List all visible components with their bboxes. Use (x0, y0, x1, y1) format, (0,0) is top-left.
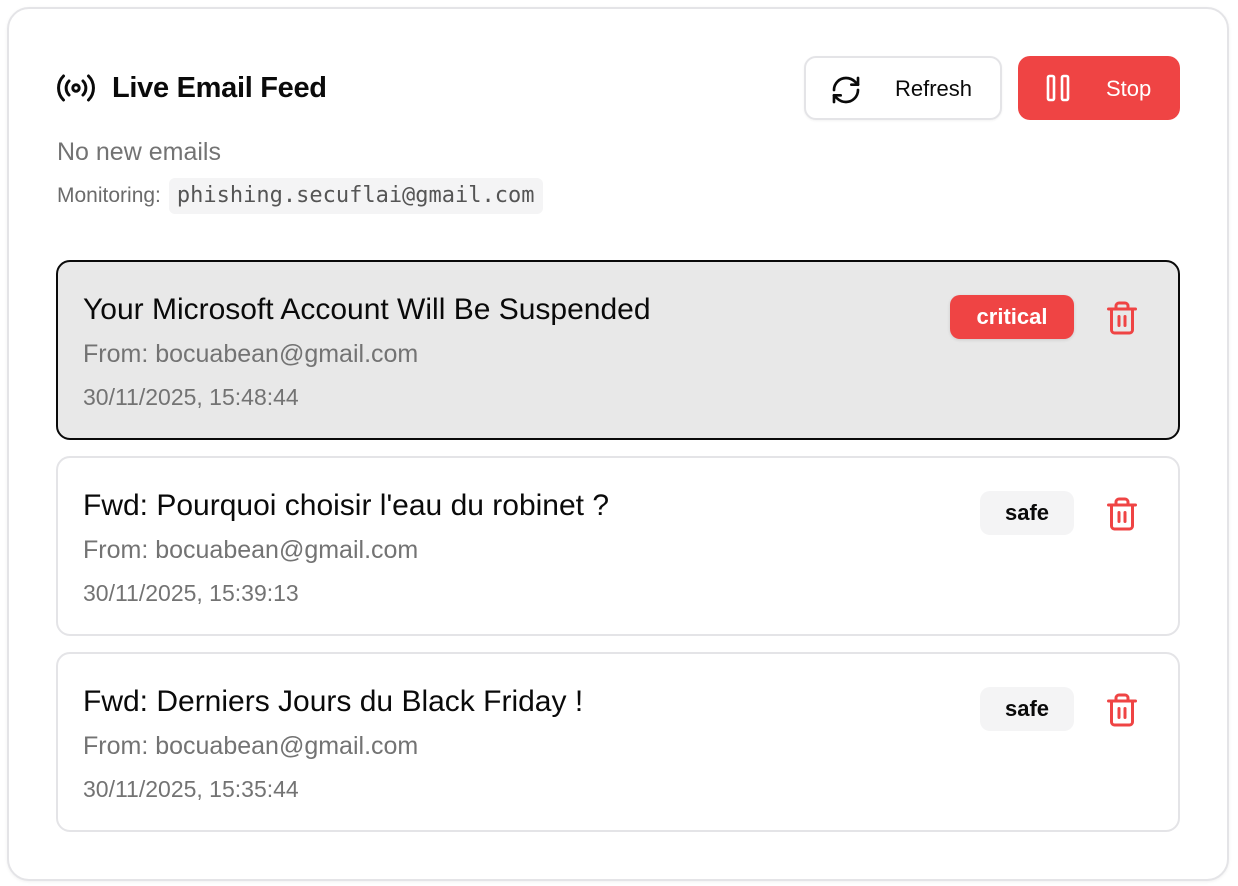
trash-icon (1107, 497, 1137, 531)
email-date: 30/11/2025, 15:48:44 (83, 384, 299, 410)
email-subject: Your Microsoft Account Will Be Suspended (83, 293, 651, 326)
severity-badge: critical (950, 295, 1074, 339)
refresh-icon (832, 76, 860, 104)
delete-email-button[interactable] (1104, 300, 1140, 336)
refresh-button[interactable]: Refresh (804, 56, 1002, 120)
email-date: 30/11/2025, 15:35:44 (83, 776, 299, 802)
email-item[interactable]: Fwd: Derniers Jours du Black Friday ! Fr… (56, 652, 1180, 832)
refresh-button-label: Refresh (895, 76, 973, 101)
email-sender: From: bocuabean@gmail.com (83, 340, 419, 368)
radio-broadcast-icon (57, 74, 95, 102)
stop-button-label: Stop (1106, 76, 1152, 101)
email-item[interactable]: Your Microsoft Account Will Be Suspended… (56, 260, 1180, 440)
email-sender: From: bocuabean@gmail.com (83, 732, 419, 760)
severity-badge: safe (980, 687, 1074, 731)
page-title: Live Email Feed (112, 71, 327, 104)
email-sender: From: bocuabean@gmail.com (83, 536, 419, 564)
delete-email-button[interactable] (1104, 496, 1140, 532)
trash-icon (1107, 301, 1137, 335)
feed-header: Live Email Feed Refresh Stop (56, 56, 1180, 120)
pause-icon (1046, 74, 1070, 102)
delete-email-button[interactable] (1104, 692, 1140, 728)
email-subject: Fwd: Pourquoi choisir l'eau du robinet ? (83, 489, 610, 522)
monitoring-address: phishing.secuflai@gmail.com (168, 178, 543, 214)
trash-icon (1107, 693, 1137, 727)
email-item[interactable]: Fwd: Pourquoi choisir l'eau du robinet ?… (56, 456, 1180, 636)
monitoring-label: Monitoring: (57, 184, 161, 207)
email-date: 30/11/2025, 15:39:13 (83, 580, 299, 606)
stop-button[interactable]: Stop (1018, 56, 1180, 120)
monitoring-info: Monitoring: phishing.secuflai@gmail.com (57, 178, 543, 214)
feed-title-group: Live Email Feed (56, 70, 327, 106)
status-text: No new emails (57, 138, 221, 166)
severity-badge: safe (980, 491, 1074, 535)
email-subject: Fwd: Derniers Jours du Black Friday ! (83, 685, 584, 718)
